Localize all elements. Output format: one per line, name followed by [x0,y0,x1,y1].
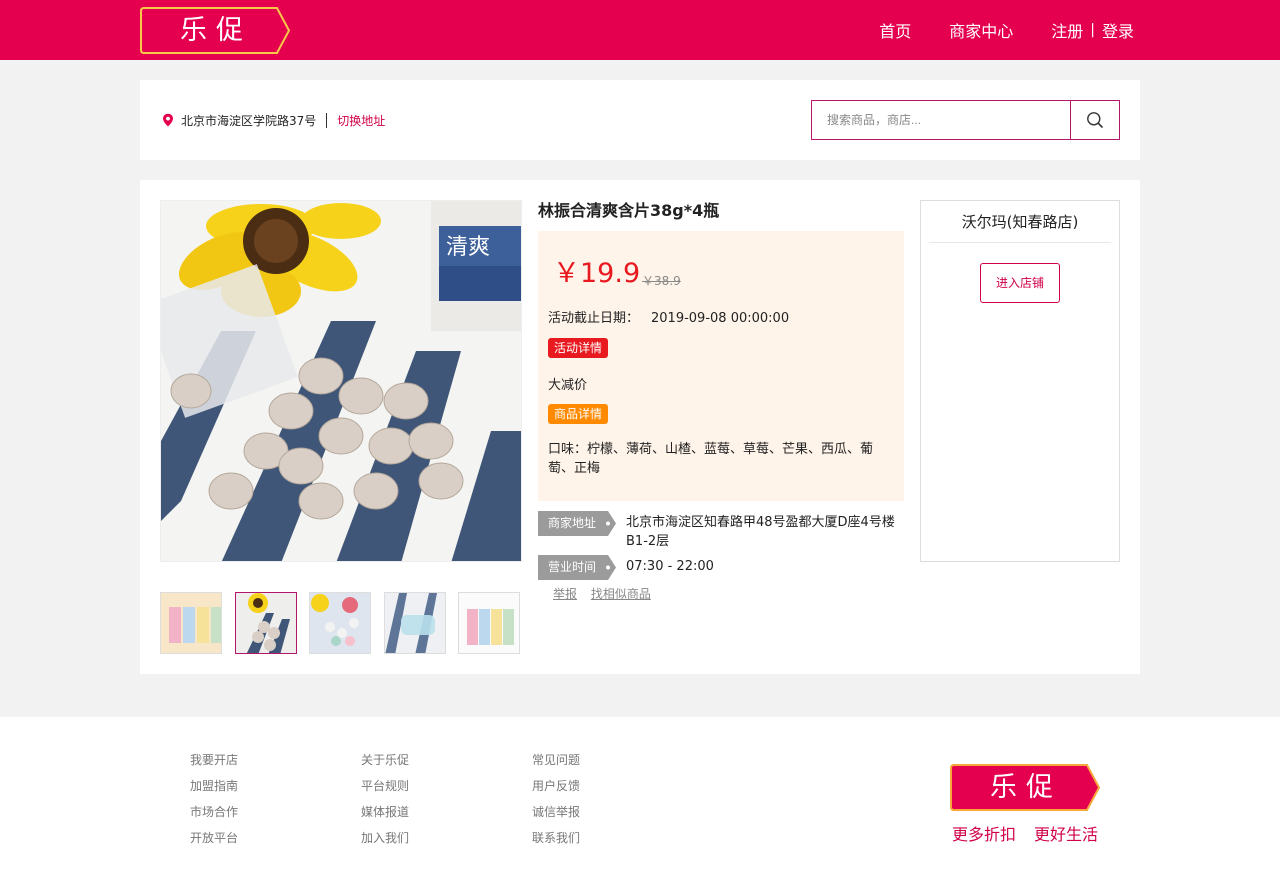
address-divider [326,112,328,128]
shop-name: 沃尔玛(知春路店) [929,201,1111,243]
footer-link[interactable]: 用户反馈 [532,777,580,803]
footer-column-3: 常见问题 用户反馈 诚信举报 联系我们 [532,751,580,855]
product-title: 林振合清爽含片38g*4瓶 [538,201,720,220]
footer-link[interactable]: 我要开店 [190,751,238,777]
product-main-image: 清爽 [160,200,522,562]
location-pin-icon [163,113,173,127]
footer-logo: 乐促 [950,764,1102,811]
footer-link[interactable]: 加入我们 [361,829,409,855]
thumbnail-3[interactable] [309,592,371,654]
promotion-text: 大减价 [548,378,588,393]
footer-link[interactable]: 开放平台 [190,829,238,855]
product-description: 口味：柠檬、薄荷、山楂、蓝莓、草莓、芒果、西瓜、葡萄、正梅 [548,442,874,476]
site-logo[interactable]: 乐促 [140,7,292,54]
hours-label-tag: 营业时间 [538,555,616,580]
nav-separator: | [1090,22,1095,38]
footer-link[interactable]: 关于乐促 [361,751,409,777]
footer: 我要开店 加盟指南 市场合作 开放平台 关于乐促 平台规则 媒体报道 加入我们 … [0,717,1280,881]
footer-link[interactable]: 市场合作 [190,803,238,829]
footer-slogan: 更多折扣 更好生活 [952,821,1116,845]
current-address: 北京市海淀区学院路37号 [181,113,317,128]
footer-logo-text: 乐促 [990,772,1062,803]
original-price: ￥38.9 [642,274,681,288]
thumbnail-strip [160,592,533,654]
product-detail-tag: 商品详情 [548,404,609,424]
thumbnail-4[interactable] [383,592,446,654]
footer-link[interactable]: 常见问题 [532,751,580,777]
deadline-label: 活动截止日期： [548,311,640,326]
footer-column-2: 关于乐促 平台规则 媒体报道 加入我们 [361,751,409,855]
switch-address-link[interactable]: 切换地址 [337,112,385,129]
nav-home[interactable]: 首页 [879,18,911,42]
logo-text: 乐促 [180,15,252,46]
enter-shop-button[interactable]: 进入店铺 [980,263,1060,303]
thumbnail-1[interactable] [160,592,222,654]
shop-card: 沃尔玛(知春路店) 进入店铺 [920,200,1120,562]
merchant-address-row: 商家地址 北京市海淀区知春路甲48号盈都大厦D座4号楼B1-2层 [538,511,904,551]
location: 北京市海淀区学院路37号 切换地址 [162,111,385,129]
business-hours-row: 营业时间 07:30 - 22:00 [538,555,904,585]
location-search-bar: 北京市海淀区学院路37号 切换地址 [140,80,1140,160]
current-price: ￥19.9 [553,258,641,289]
deadline-value: 2019-09-08 00:00:00 [651,311,790,326]
business-hours: 07:30 - 22:00 [626,559,714,574]
footer-column-1: 我要开店 加盟指南 市场合作 开放平台 [190,751,238,855]
similar-products-link[interactable]: 找相似商品 [591,587,651,601]
address-label-tag: 商家地址 [538,511,616,536]
footer-link[interactable]: 加盟指南 [190,777,238,803]
footer-link[interactable]: 平台规则 [361,777,409,803]
activity-deadline: 活动截止日期： 2019-09-08 00:00:00 [548,307,789,326]
footer-link[interactable]: 联系我们 [532,829,580,855]
nav-login[interactable]: 登录 [1102,18,1134,42]
merchant-address: 北京市海淀区知春路甲48号盈都大厦D座4号楼B1-2层 [626,515,895,549]
search-box [811,100,1120,140]
search-icon [1087,112,1103,128]
nav-merchant-center[interactable]: 商家中心 [949,18,1013,42]
price-box: ￥19.9 ￥38.9 活动截止日期： 2019-09-08 00:00:00 活… [538,231,904,501]
slogan-better-life: 更好生活 [1034,825,1099,844]
search-input[interactable] [812,101,1070,139]
search-button[interactable] [1070,101,1119,139]
address-label: 商家地址 [547,516,596,530]
thumbnail-2[interactable] [234,592,297,654]
main-nav: 首页 商家中心 注册 | 登录 [879,0,1134,60]
report-link[interactable]: 举报 [553,587,577,601]
product-panel: 清爽 林振合清爽含片38g*4瓶 ￥19.9 ￥38.9 活动截止日期： 201… [140,180,1140,674]
hours-label: 营业时间 [547,560,596,574]
footer-link[interactable]: 媒体报道 [361,803,409,829]
footer-link[interactable]: 诚信举报 [532,803,580,829]
nav-register[interactable]: 注册 [1051,18,1083,42]
activity-detail-tag: 活动详情 [548,338,609,358]
slogan-more-discount: 更多折扣 [952,825,1017,844]
product-info: 林振合清爽含片38g*4瓶 ￥19.9 ￥38.9 活动截止日期： 2019-09… [538,200,904,602]
thumbnail-5[interactable] [458,592,520,654]
product-photo: 清爽 [161,201,521,561]
top-header: 乐促 首页 商家中心 注册 | 登录 [0,0,1280,60]
svg-text:清爽: 清爽 [446,235,490,260]
product-links: 举报 找相似商品 [538,585,904,602]
